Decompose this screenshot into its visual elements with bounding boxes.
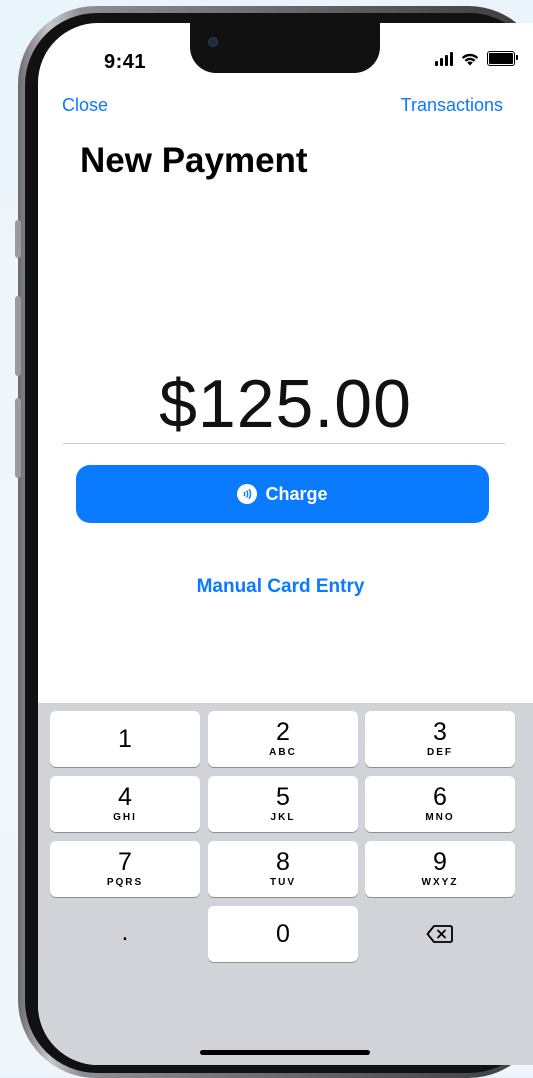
key-9[interactable]: 9 WXYZ (365, 841, 515, 897)
key-2[interactable]: 2 ABC (208, 711, 358, 767)
page-title: New Payment (80, 141, 308, 180)
manual-card-entry-button[interactable]: Manual Card Entry (38, 576, 523, 598)
volume-down-button (15, 398, 21, 478)
camera-icon (208, 37, 218, 47)
key-decimal[interactable]: . (50, 906, 200, 962)
charge-button[interactable]: Charge (76, 465, 489, 523)
backspace-key[interactable] (365, 906, 515, 962)
key-5[interactable]: 5 JKL (208, 776, 358, 832)
amount-display: $125.00 (159, 366, 412, 442)
key-8[interactable]: 8 TUV (208, 841, 358, 897)
key-6[interactable]: 6 MNO (365, 776, 515, 832)
wifi-icon (461, 53, 479, 65)
signal-icon (435, 51, 453, 66)
key-1[interactable]: 1 (50, 711, 200, 767)
numeric-keypad: 1 2 ABC 3 DEF 4 GHI 5 JKL 6 MNO 7 PQRS 8… (38, 703, 533, 1065)
home-indicator (200, 1050, 370, 1055)
volume-up-button (15, 296, 21, 376)
battery-icon (487, 51, 518, 66)
key-7[interactable]: 7 PQRS (50, 841, 200, 897)
transactions-button[interactable]: Transactions (401, 95, 503, 116)
amount-divider (63, 443, 505, 444)
status-icons (435, 51, 518, 66)
contactless-icon (237, 484, 258, 504)
silent-switch (15, 220, 21, 258)
notch (190, 23, 380, 73)
key-0[interactable]: 0 (208, 906, 358, 962)
key-4[interactable]: 4 GHI (50, 776, 200, 832)
backspace-icon (426, 925, 453, 943)
key-3[interactable]: 3 DEF (365, 711, 515, 767)
charge-label: Charge (265, 483, 328, 504)
close-button[interactable]: Close (62, 95, 108, 116)
screen: 9:41 Close Transactions New Payment $125… (38, 23, 533, 1065)
status-time: 9:41 (104, 51, 147, 73)
